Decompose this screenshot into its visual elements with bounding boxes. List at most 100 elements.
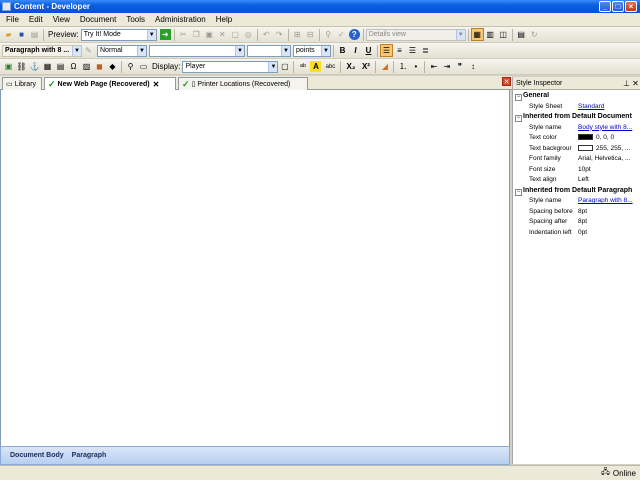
italic-button[interactable]: I <box>350 45 361 56</box>
size-unit-select[interactable]: points ▼ <box>293 44 331 57</box>
close-button[interactable]: × <box>625 1 637 12</box>
insert-icon[interactable]: ⊞ <box>292 29 303 40</box>
property-row: Indentation left 0pt <box>529 228 588 236</box>
special-character-icon[interactable]: Ω <box>68 61 79 72</box>
font-style-select[interactable]: Normal ▼ <box>97 44 147 57</box>
indent-icon[interactable]: ⇥ <box>441 61 452 72</box>
view-mode-select[interactable]: Details view ▼ <box>365 28 466 41</box>
body-style-link[interactable]: Body style with 8... <box>578 124 638 131</box>
collapse-icon[interactable]: − <box>515 188 522 196</box>
spell-icon[interactable]: ᵃᵇ <box>297 61 308 72</box>
remove-icon[interactable]: ⊟ <box>305 29 316 40</box>
highlight-icon[interactable]: A <box>310 61 322 72</box>
close-icon[interactable]: ✕ <box>631 79 640 88</box>
font-size-select[interactable]: ▼ <box>247 44 291 57</box>
undo-icon[interactable]: ↶ <box>261 29 272 40</box>
menu-tools[interactable]: Tools <box>121 15 150 24</box>
save-icon[interactable]: ■ <box>16 29 27 40</box>
bulleted-list-icon[interactable]: • <box>410 61 421 72</box>
page-icon: ▯ <box>191 81 196 88</box>
text-color-swatch <box>578 134 593 141</box>
font-family-select[interactable]: ▼ <box>149 44 245 57</box>
refresh-icon[interactable]: ↻ <box>529 29 540 40</box>
outdent-icon[interactable]: ⇤ <box>428 61 439 72</box>
frame-icon[interactable]: ▭ <box>138 61 149 72</box>
go-preview-icon[interactable]: ➜ <box>159 29 171 40</box>
cut-icon[interactable]: ✂ <box>178 29 189 40</box>
spacing-icon[interactable]: ↕ <box>467 61 478 72</box>
style-inspector-panel: Style Inspector ⊥ ✕ − General Style Sheet… <box>512 77 640 464</box>
document-tabs: ▭ Library ✓ New Web Page (Recovered) ✕ ✓… <box>0 76 512 91</box>
layout-split-icon[interactable]: ▥ <box>485 29 496 40</box>
open-folder-icon[interactable]: ▰ <box>3 29 14 40</box>
quote-icon[interactable]: ❞ <box>454 61 465 72</box>
strikethrough-icon[interactable]: abc <box>323 61 337 72</box>
group-general[interactable]: − General <box>513 92 640 103</box>
document-editor[interactable] <box>0 90 510 446</box>
table-icon[interactable]: ▦ <box>42 61 53 72</box>
properties-icon[interactable]: ▤ <box>516 29 527 40</box>
align-justify-icon[interactable]: ≣ <box>420 45 431 56</box>
paragraph-style-select[interactable]: Paragraph with 8 ... ▼ <box>2 44 82 57</box>
object-icon[interactable]: ◼ <box>94 61 105 72</box>
pin-icon[interactable]: ⊥ <box>622 79 631 88</box>
path-item-paragraph[interactable]: Paragraph <box>72 452 107 459</box>
delete-icon[interactable]: ✕ <box>217 29 228 40</box>
display-select[interactable]: Player ▼ <box>182 60 279 73</box>
style-brush-icon[interactable]: ✎ <box>83 45 94 56</box>
help-icon[interactable]: ? <box>348 29 360 40</box>
bold-button[interactable]: B <box>337 45 348 56</box>
spell-check-icon[interactable]: ✓ <box>336 29 347 40</box>
collapse-icon[interactable]: − <box>515 94 522 101</box>
numbered-list-icon[interactable]: ⒈ <box>397 61 408 72</box>
find-icon[interactable]: ◎ <box>243 29 254 40</box>
eraser-icon[interactable]: ◢ <box>379 61 390 72</box>
paragraph-style-link[interactable]: Paragraph with 8... <box>578 197 638 204</box>
print-icon[interactable]: ▤ <box>29 29 40 40</box>
copy-icon[interactable]: ❐ <box>191 29 202 40</box>
menu-view[interactable]: View <box>48 15 75 24</box>
maximize-button[interactable]: □ <box>612 1 624 12</box>
group-default-document[interactable]: − Inherited from Default Document <box>513 113 640 124</box>
preview-mode-select[interactable]: Try It! Mode ▼ <box>80 28 157 41</box>
align-left-icon[interactable]: ☰ <box>380 44 393 57</box>
insert-toolbar: ▣ ⛓ ⚓ ▦ ▤ Ω ▨ ◼ ◆ ⚲ ▭ Display: Player ▼ ▢… <box>0 59 640 75</box>
minimize-button[interactable]: _ <box>599 1 611 12</box>
link-icon[interactable]: ⛓ <box>16 61 27 72</box>
menu-edit[interactable]: Edit <box>24 15 48 24</box>
paste-icon[interactable]: ▣ <box>204 29 215 40</box>
layout-columns-icon[interactable]: ◫ <box>498 29 509 40</box>
media-icon[interactable]: ▨ <box>81 61 92 72</box>
tab-printer-locations[interactable]: ✓ ▯ Printer Locations (Recovered) <box>178 77 308 90</box>
menu-file[interactable]: File <box>0 15 24 24</box>
property-row: Spacing before 8pt <box>529 207 588 215</box>
property-row: Text backgrour 255, 255, ... <box>529 144 631 152</box>
align-right-icon[interactable]: ☰ <box>407 45 418 56</box>
chevron-down-icon: ▼ <box>281 45 290 56</box>
path-item-document-body[interactable]: Document Body <box>10 452 64 459</box>
display-settings-icon[interactable]: ▢ <box>279 61 290 72</box>
close-tab-icon[interactable]: ✕ <box>153 80 160 89</box>
menu-administration[interactable]: Administration <box>150 15 211 24</box>
layout-single-icon[interactable]: ▦ <box>470 28 484 41</box>
tab-library[interactable]: ▭ Library <box>2 77 42 90</box>
anchor-icon[interactable]: ⚓ <box>29 61 40 72</box>
find-replace-icon[interactable]: ⚲ <box>125 61 136 72</box>
group-default-paragraph[interactable]: − Inherited from Default Paragraph <box>513 187 640 198</box>
superscript-button[interactable]: X² <box>359 61 372 72</box>
image-icon[interactable]: ▣ <box>3 61 14 72</box>
align-center-icon[interactable]: ≡ <box>394 45 405 56</box>
menu-help[interactable]: Help <box>211 15 237 24</box>
clear-icon[interactable]: ▢ <box>230 29 241 40</box>
binoculars-icon[interactable]: ⚲ <box>323 29 334 40</box>
underline-button[interactable]: U <box>363 45 374 56</box>
plugin-icon[interactable]: ◆ <box>107 61 118 72</box>
close-document-icon[interactable]: ✕ <box>502 77 511 86</box>
subscript-button[interactable]: X₂ <box>344 61 357 72</box>
form-icon[interactable]: ▤ <box>55 61 66 72</box>
redo-icon[interactable]: ↷ <box>274 29 285 40</box>
menu-document[interactable]: Document <box>75 15 121 24</box>
collapse-icon[interactable]: − <box>515 115 522 122</box>
stylesheet-link[interactable]: Standard <box>578 103 638 110</box>
tab-new-web-page[interactable]: ✓ New Web Page (Recovered) ✕ <box>44 77 176 91</box>
